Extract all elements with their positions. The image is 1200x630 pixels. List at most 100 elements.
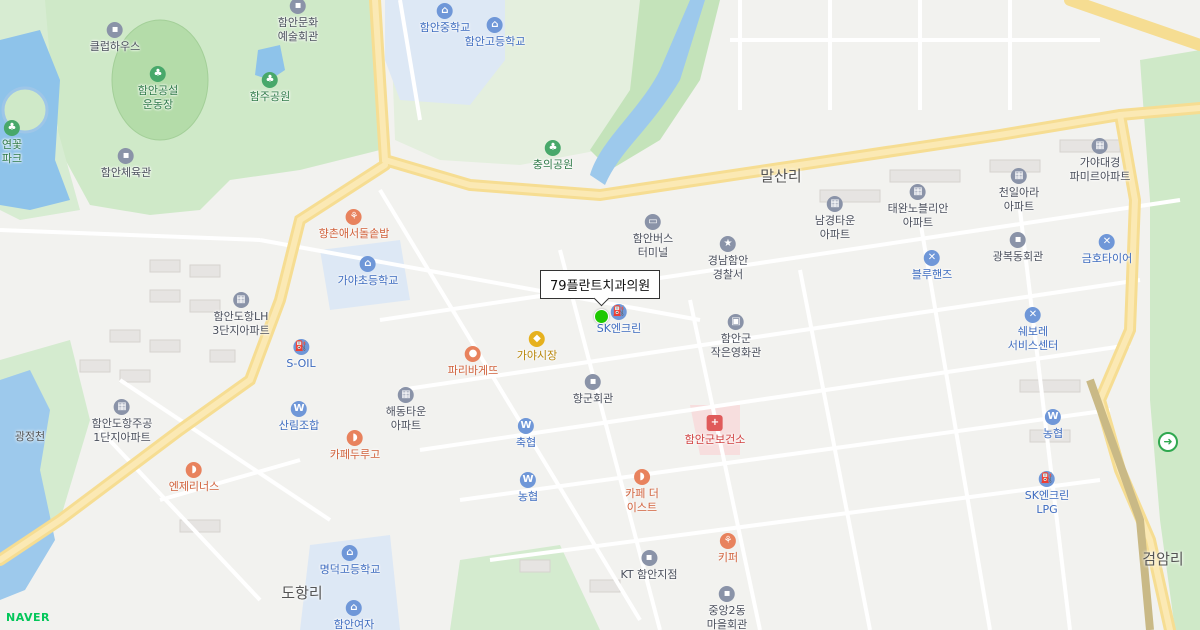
bank-icon: W [518, 418, 534, 434]
poi-marker[interactable]: + 함안군보건소 [684, 415, 746, 447]
bank-icon: W [290, 401, 307, 417]
apartment-icon: ▦ [397, 387, 414, 403]
naver-logo: NAVER [6, 611, 50, 624]
poi-marker[interactable]: ⌂ 가야초등학교 [337, 256, 399, 288]
building-icon: ▪ [718, 586, 735, 602]
selected-place-label[interactable]: 79플란트치과의원 [540, 270, 661, 299]
poi-marker[interactable]: W 축협 [516, 418, 536, 450]
poi-label: S-OIL [286, 357, 316, 370]
poi-label: 가야시장 [516, 349, 558, 362]
bakery-icon: ● [464, 346, 481, 362]
poi-marker[interactable]: ⌂ 함안여자 [334, 600, 374, 630]
poi-marker[interactable]: ▪ 함안체육관 [100, 148, 152, 180]
poi-marker[interactable]: ▦ 함안도항주공 1단지아파트 [92, 399, 152, 445]
poi-marker[interactable]: ⌂ 함안중학교 [420, 3, 470, 35]
poi-label: 산림조합 [278, 419, 320, 432]
gas-station-icon: ⛽ [611, 304, 627, 320]
poi-marker[interactable]: ⛽ SK엔크린 LPG [1024, 471, 1070, 517]
school-icon: ⌂ [341, 545, 358, 561]
gas-station-icon: ⛽ [292, 339, 309, 355]
poi-label: 가야대경 파미르아파트 [1069, 156, 1131, 183]
poi-marker[interactable]: ⛽ S-OIL [286, 339, 316, 371]
poi-label: 함안버스 터미널 [632, 232, 674, 259]
poi-marker[interactable]: ▪ 광복동회관 [993, 232, 1043, 264]
poi-marker[interactable]: ♣ 함주공원 [250, 72, 290, 104]
poi-label: 함안문화 예술회관 [277, 16, 319, 43]
apartment-icon: ▦ [1010, 168, 1027, 184]
poi-label: 엔제리너스 [168, 480, 220, 493]
poi-label: 함안고등학교 [464, 35, 526, 48]
school-icon: ⌂ [436, 3, 453, 19]
poi-label: 연꽃 파크 [1, 138, 23, 165]
poi-marker[interactable]: W 산림조합 [279, 401, 319, 433]
poi-marker[interactable]: ▦ 함안도항LH 3단지아파트 [212, 292, 270, 338]
poi-marker[interactable]: ⌂ 함안고등학교 [464, 17, 526, 49]
poi-marker[interactable]: ◗ 카페두루고 [329, 430, 381, 462]
poi-marker[interactable]: ◆ 가야시장 [517, 331, 557, 363]
poi-marker[interactable]: ✕ 블루핸즈 [912, 250, 952, 282]
poi-marker[interactable]: ✕ 쉐보레 서비스센터 [1007, 307, 1059, 353]
poi-marker[interactable]: ⚘ 향촌애서돌솥밥 [319, 209, 389, 241]
poi-label: 충의공원 [532, 158, 574, 171]
apartment-icon: ▦ [232, 292, 249, 308]
selected-place-pin-icon[interactable] [594, 309, 609, 324]
poi-marker[interactable]: ▪ 향군회관 [573, 374, 613, 406]
poi-label: 함안체육관 [100, 166, 152, 179]
poi-marker[interactable]: ▦ 태완노블리안 아파트 [887, 184, 949, 230]
poi-marker[interactable]: W 농협 [1043, 409, 1063, 441]
poi-marker[interactable]: ● 파리바게뜨 [448, 346, 498, 378]
poi-marker[interactable]: ⚘ 키퍼 [718, 533, 738, 565]
poi-label: 가야초등학교 [337, 274, 399, 287]
poi-marker[interactable]: ▪ 클럽하우스 [90, 22, 140, 54]
poi-label: 축협 [515, 436, 537, 449]
poi-label: 카페 더 이스트 [625, 487, 659, 514]
poi-marker[interactable]: ♣ 충의공원 [533, 140, 573, 172]
poi-marker[interactable]: ▪ KT 함안지점 [620, 550, 678, 582]
poi-label: 함안도항LH 3단지아파트 [212, 310, 270, 337]
area-label-gwangjeong: 광정천 [14, 430, 46, 443]
cinema-icon: ▣ [727, 314, 744, 330]
poi-marker[interactable]: ▦ 가야대경 파미르아파트 [1069, 138, 1131, 184]
poi-label: 함안공설 운동장 [137, 84, 179, 111]
restaurant-icon: ⚘ [720, 533, 736, 549]
poi-marker[interactable]: ▣ 함안군 작은영화관 [711, 314, 761, 360]
poi-marker[interactable]: ▪ 중앙2동 마을회관 [707, 586, 747, 630]
poi-marker[interactable]: ▦ 남경타운 아파트 [815, 196, 855, 242]
poi-marker[interactable]: ▭ 함안버스 터미널 [633, 214, 673, 260]
poi-marker[interactable]: ⌂ 명덕고등학교 [319, 545, 381, 577]
building-icon: ▪ [117, 148, 134, 164]
building-icon: ▪ [289, 0, 306, 14]
poi-label: 블루핸즈 [911, 268, 953, 281]
poi-label: 카페두루고 [329, 448, 381, 461]
poi-marker[interactable]: ♣ 연꽃 파크 [2, 120, 22, 166]
restaurant-icon: ⚘ [346, 209, 362, 225]
apartment-icon: ▦ [113, 399, 130, 415]
poi-label: 함안군보건소 [684, 433, 746, 446]
poi-label: 키퍼 [717, 551, 739, 564]
school-icon: ⌂ [345, 600, 362, 616]
building-icon: ▪ [106, 22, 123, 38]
poi-label: 경남함안 경찰서 [707, 254, 749, 281]
park-icon: ♣ [544, 140, 561, 156]
area-label-malsan: 말산리 [760, 167, 802, 185]
poi-label: 천일아라 아파트 [998, 186, 1040, 213]
poi-label: SK엔크린 LPG [1024, 489, 1070, 516]
poi-label: 태완노블리안 아파트 [887, 202, 949, 229]
poi-label: 쉐보레 서비스센터 [1007, 325, 1059, 352]
poi-label: 명덕고등학교 [319, 563, 381, 576]
building-icon: ▪ [1009, 232, 1026, 248]
poi-marker[interactable]: ♣ 함안공설 운동장 [138, 66, 178, 112]
poi-marker[interactable]: ✕ 금호타이어 [1081, 234, 1133, 266]
poi-marker[interactable]: ▦ 해동타운 아파트 [386, 387, 426, 433]
poi-marker[interactable]: W 농협 [518, 472, 538, 504]
poi-label: 금호타이어 [1081, 252, 1133, 265]
poi-marker[interactable]: ▪ 함안문화 예술회관 [278, 0, 318, 44]
poi-marker[interactable]: ★ 경남함안 경찰서 [708, 236, 748, 282]
poi-marker[interactable]: ▦ 천일아라 아파트 [999, 168, 1039, 214]
cafe-icon: ◗ [185, 462, 202, 478]
map-canvas[interactable]: 말산리 도항리 검암리 광정천 ⌂ 함안중학교 ⌂ 함안고등학교 ▪ 함안문화 예술회관 ▪ 클럽하… [0, 0, 1200, 630]
poi-label: 농협 [517, 490, 539, 503]
poi-marker[interactable]: ◗ 카페 더 이스트 [625, 469, 659, 515]
poi-label: 향군회관 [572, 392, 614, 405]
poi-marker[interactable]: ◗ 엔제리너스 [168, 462, 220, 494]
